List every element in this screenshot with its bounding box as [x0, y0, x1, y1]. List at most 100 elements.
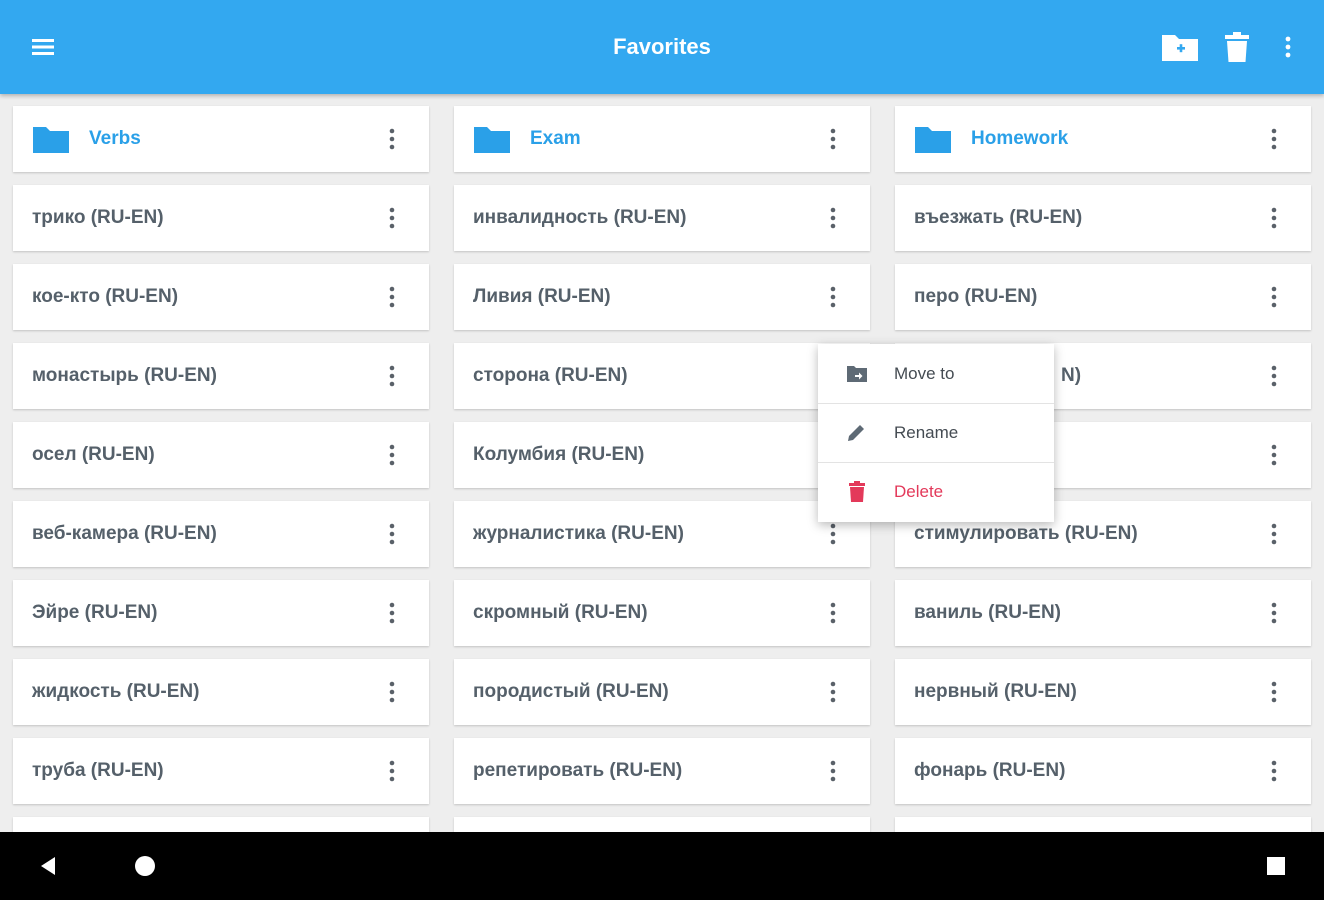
menu-item-label: Move to — [894, 364, 955, 383]
word-card[interactable]: нервный (RU-EN) — [895, 659, 1311, 725]
more-vertical-icon — [389, 128, 395, 150]
menu-item-label: Delete — [894, 482, 944, 501]
folder-name: Homework — [971, 128, 1069, 149]
word-label: въезжать (RU-EN) — [914, 207, 1083, 228]
card-more-button[interactable] — [818, 203, 848, 233]
word-card[interactable]: труба (RU-EN) — [13, 738, 429, 804]
card-more-button[interactable] — [1259, 203, 1289, 233]
card-more-button[interactable] — [818, 282, 848, 312]
word-card[interactable]: сторона (RU-EN) — [454, 343, 870, 409]
more-vertical-icon — [830, 286, 836, 308]
card-more-button[interactable] — [1259, 519, 1289, 549]
folder-card[interactable]: Verbs — [13, 106, 429, 172]
word-card[interactable] — [13, 817, 429, 832]
card-more-button[interactable] — [377, 361, 407, 391]
word-label: ваниль (RU-EN) — [914, 602, 1061, 623]
word-card[interactable]: журналистика (RU-EN) — [454, 501, 870, 567]
card-more-button[interactable] — [377, 282, 407, 312]
card-more-button[interactable] — [1259, 124, 1289, 154]
word-card[interactable]: скромный (RU-EN) — [454, 580, 870, 646]
more-vertical-icon — [1271, 207, 1277, 229]
more-vertical-icon — [389, 365, 395, 387]
back-button[interactable] — [24, 842, 72, 890]
word-label: репетировать (RU-EN) — [473, 760, 683, 781]
word-card[interactable]: Ливия (RU-EN) — [454, 264, 870, 330]
more-vertical-icon — [1285, 36, 1291, 58]
folder-icon — [33, 127, 69, 153]
word-card[interactable]: репетировать (RU-EN) — [454, 738, 870, 804]
recents-button[interactable] — [1252, 842, 1300, 890]
word-label: сторона (RU-EN) — [473, 365, 628, 386]
word-card[interactable]: въезжать (RU-EN) — [895, 185, 1311, 251]
word-label: нервный (RU-EN) — [914, 681, 1077, 702]
menu-item-rename[interactable]: Rename — [818, 403, 1054, 462]
trash-icon — [1225, 32, 1249, 62]
home-icon — [135, 856, 155, 876]
home-button[interactable] — [121, 842, 169, 890]
menu-item-label: Rename — [894, 423, 959, 442]
word-card[interactable]: осел (RU-EN) — [13, 422, 429, 488]
folder-card[interactable]: Homework — [895, 106, 1311, 172]
card-more-button[interactable] — [818, 598, 848, 628]
card-more-button[interactable] — [1259, 756, 1289, 786]
card-more-button[interactable] — [377, 203, 407, 233]
move-to-folder-icon — [846, 362, 868, 384]
menu-item-delete[interactable]: Delete — [818, 462, 1054, 521]
word-card[interactable]: породистый (RU-EN) — [454, 659, 870, 725]
card-more-button[interactable] — [1259, 282, 1289, 312]
delete-button[interactable] — [1213, 23, 1261, 71]
new-folder-button[interactable] — [1156, 23, 1204, 71]
card-more-button[interactable] — [818, 519, 848, 549]
word-card[interactable]: кое-кто (RU-EN) — [13, 264, 429, 330]
more-vertical-icon — [389, 602, 395, 624]
context-menu: Move to Rename Delete — [818, 344, 1054, 522]
word-label: перо (RU-EN) — [914, 286, 1038, 307]
menu-item-move-to[interactable]: Move to — [818, 344, 1054, 403]
word-card[interactable]: монастырь (RU-EN) — [13, 343, 429, 409]
folder-icon — [915, 127, 951, 153]
card-more-button[interactable] — [1259, 440, 1289, 470]
word-label: породистый (RU-EN) — [473, 681, 669, 702]
card-more-button[interactable] — [377, 519, 407, 549]
word-label: веб-камера (RU-EN) — [32, 523, 217, 544]
word-card[interactable]: перо (RU-EN) — [895, 264, 1311, 330]
folder-name: Exam — [530, 128, 581, 149]
card-more-button[interactable] — [377, 598, 407, 628]
word-card[interactable]: жидкость (RU-EN) — [13, 659, 429, 725]
more-vertical-icon — [1271, 365, 1277, 387]
card-more-button[interactable] — [377, 677, 407, 707]
word-card[interactable]: Колумбия (RU-EN) — [454, 422, 870, 488]
folder-icon — [474, 127, 510, 153]
recents-icon — [1267, 857, 1285, 875]
word-label: труба (RU-EN) — [32, 760, 164, 781]
card-more-button[interactable] — [818, 756, 848, 786]
word-card[interactable] — [895, 817, 1311, 832]
card-more-button[interactable] — [377, 124, 407, 154]
card-more-button[interactable] — [377, 756, 407, 786]
card-more-button[interactable] — [1259, 361, 1289, 391]
card-more-button[interactable] — [377, 440, 407, 470]
word-label: фонарь (RU-EN) — [914, 760, 1066, 781]
more-vertical-icon — [389, 681, 395, 703]
word-label: жидкость (RU-EN) — [32, 681, 200, 702]
word-card[interactable]: ваниль (RU-EN) — [895, 580, 1311, 646]
folder-card[interactable]: Exam — [454, 106, 870, 172]
more-vertical-icon — [1271, 523, 1277, 545]
card-more-button[interactable] — [818, 124, 848, 154]
word-card[interactable] — [454, 817, 870, 832]
more-vertical-icon — [389, 286, 395, 308]
card-more-button[interactable] — [1259, 598, 1289, 628]
card-more-button[interactable] — [818, 677, 848, 707]
overflow-menu-button[interactable] — [1264, 23, 1312, 71]
word-card[interactable]: Эйре (RU-EN) — [13, 580, 429, 646]
word-card[interactable]: инвалидность (RU-EN) — [454, 185, 870, 251]
more-vertical-icon — [389, 760, 395, 782]
card-more-button[interactable] — [1259, 677, 1289, 707]
trash-icon — [846, 480, 868, 502]
word-card[interactable]: трико (RU-EN) — [13, 185, 429, 251]
word-card[interactable]: фонарь (RU-EN) — [895, 738, 1311, 804]
word-card[interactable]: веб-камера (RU-EN) — [13, 501, 429, 567]
folder-name: Verbs — [89, 128, 141, 149]
more-vertical-icon — [830, 602, 836, 624]
more-vertical-icon — [830, 760, 836, 782]
